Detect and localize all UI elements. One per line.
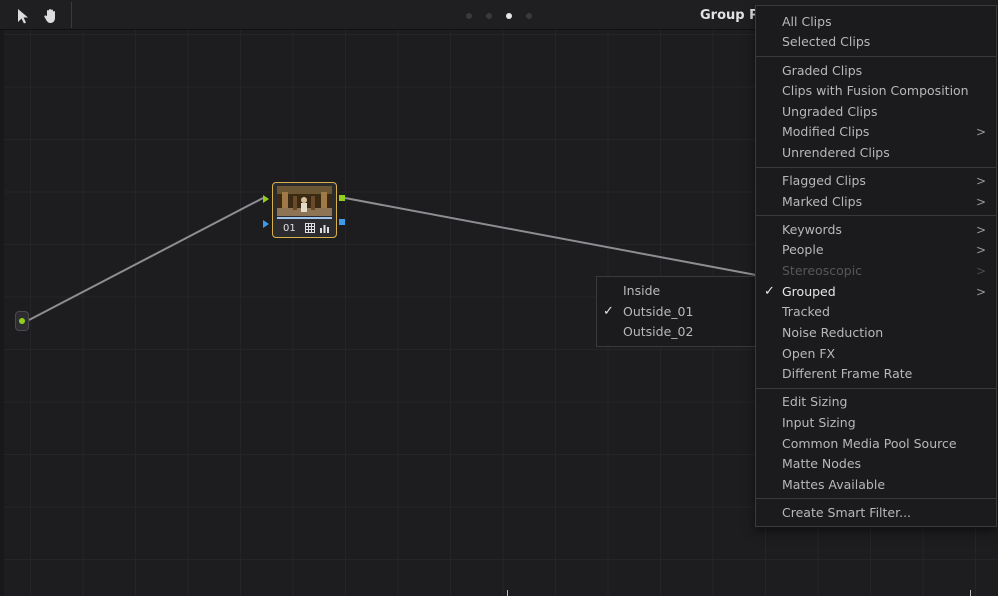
timeline-marker xyxy=(970,590,971,596)
menu-item-label: Selected Clips xyxy=(782,34,871,49)
submenu-item-inside[interactable]: Inside xyxy=(597,281,755,301)
menu-item-all-clips[interactable]: All Clips xyxy=(756,12,996,32)
submenu-item-label: Outside_01 xyxy=(623,304,694,319)
menu-item-label: Matte Nodes xyxy=(782,456,862,471)
menu-item-label: Input Sizing xyxy=(782,415,856,430)
chevron-right-icon: > xyxy=(975,174,986,188)
menu-item-people[interactable]: People > xyxy=(756,240,996,260)
menu-item-label: Noise Reduction xyxy=(782,325,884,340)
checkmark-icon: ✓ xyxy=(603,304,614,319)
chevron-right-icon: > xyxy=(975,285,986,299)
source-input-port[interactable] xyxy=(15,311,29,331)
menu-item-label: Ungraded Clips xyxy=(782,104,878,119)
menu-item-label: Graded Clips xyxy=(782,63,863,78)
chevron-right-icon: > xyxy=(975,264,986,278)
menu-item-input-sizing[interactable]: Input Sizing xyxy=(756,413,996,433)
menu-item-stereoscopic: Stereoscopic > xyxy=(756,261,996,281)
menu-item-mattes-available[interactable]: Mattes Available xyxy=(756,475,996,495)
menu-separator xyxy=(756,498,996,499)
node-key-input-port[interactable] xyxy=(263,220,269,228)
menu-item-label: Grouped xyxy=(782,284,836,299)
node-rgb-input-port[interactable] xyxy=(263,195,269,203)
menu-item-create-smart-filter[interactable]: Create Smart Filter... xyxy=(756,503,996,523)
clip-filter-menu: All Clips Selected Clips Graded Clips Cl… xyxy=(755,5,997,527)
menu-item-open-fx[interactable]: Open FX xyxy=(756,344,996,364)
checkmark-icon: ✓ xyxy=(764,284,775,299)
menu-separator xyxy=(756,388,996,389)
chevron-right-icon: > xyxy=(975,125,986,139)
corrector-node-01[interactable]: 01 xyxy=(272,182,337,238)
node-key-output-port[interactable] xyxy=(339,219,345,225)
menu-item-label: Stereoscopic xyxy=(782,263,863,278)
menu-item-label: Different Frame Rate xyxy=(782,366,913,381)
menu-item-label: Clips with Fusion Composition xyxy=(782,83,969,98)
link-node-to-output xyxy=(344,197,757,276)
menu-item-label: People xyxy=(782,242,824,257)
submenu-item-label: Inside xyxy=(623,283,661,298)
menu-item-unrendered-clips[interactable]: Unrendered Clips xyxy=(756,143,996,163)
node-thumbnail xyxy=(277,186,332,216)
menu-item-noise-reduction[interactable]: Noise Reduction xyxy=(756,323,996,343)
menu-item-modified-clips[interactable]: Modified Clips > xyxy=(756,122,996,142)
histogram-icon xyxy=(320,225,329,233)
chevron-right-icon: > xyxy=(975,243,986,257)
menu-item-label: Tracked xyxy=(782,304,830,319)
menu-item-label: Create Smart Filter... xyxy=(782,505,912,520)
menu-item-label: Mattes Available xyxy=(782,477,886,492)
chevron-right-icon: > xyxy=(975,195,986,209)
menu-item-graded-clips[interactable]: Graded Clips xyxy=(756,61,996,81)
menu-item-edit-sizing[interactable]: Edit Sizing xyxy=(756,392,996,412)
menu-item-fusion-clips[interactable]: Clips with Fusion Composition xyxy=(756,81,996,101)
menu-item-marked-clips[interactable]: Marked Clips > xyxy=(756,192,996,212)
grid-icon xyxy=(305,223,315,233)
menu-separator xyxy=(756,167,996,168)
menu-item-flagged-clips[interactable]: Flagged Clips > xyxy=(756,171,996,191)
timeline-marker xyxy=(507,590,508,596)
menu-item-different-frame-rate[interactable]: Different Frame Rate xyxy=(756,364,996,384)
menu-item-tracked[interactable]: Tracked xyxy=(756,302,996,322)
menu-separator xyxy=(756,56,996,57)
menu-item-label: Flagged Clips xyxy=(782,173,866,188)
submenu-item-outside-02[interactable]: Outside_02 xyxy=(597,322,755,342)
menu-item-ungraded-clips[interactable]: Ungraded Clips xyxy=(756,102,996,122)
submenu-item-outside-01[interactable]: ✓ Outside_01 xyxy=(597,302,755,322)
menu-item-label: Keywords xyxy=(782,222,842,237)
submenu-item-label: Outside_02 xyxy=(623,324,694,339)
menu-item-label: Open FX xyxy=(782,346,836,361)
menu-item-label: Marked Clips xyxy=(782,194,863,209)
menu-item-label: Edit Sizing xyxy=(782,394,848,409)
menu-item-selected-clips[interactable]: Selected Clips xyxy=(756,32,996,52)
menu-item-grouped[interactable]: ✓ Grouped > xyxy=(756,282,996,302)
node-number: 01 xyxy=(283,223,296,234)
chevron-right-icon: > xyxy=(975,223,986,237)
menu-item-label: Common Media Pool Source xyxy=(782,436,957,451)
link-input-to-node xyxy=(28,197,264,321)
grouped-submenu: Inside ✓ Outside_01 Outside_02 xyxy=(596,276,756,347)
node-status-bar xyxy=(277,217,332,219)
menu-item-matte-nodes[interactable]: Matte Nodes xyxy=(756,454,996,474)
source-port-dot xyxy=(19,318,25,324)
menu-item-label: All Clips xyxy=(782,14,832,29)
menu-item-common-media-pool-source[interactable]: Common Media Pool Source xyxy=(756,434,996,454)
menu-item-label: Modified Clips xyxy=(782,124,870,139)
menu-item-keywords[interactable]: Keywords > xyxy=(756,220,996,240)
menu-separator xyxy=(756,215,996,216)
menu-item-label: Unrendered Clips xyxy=(782,145,890,160)
node-rgb-output-port[interactable] xyxy=(339,195,345,201)
